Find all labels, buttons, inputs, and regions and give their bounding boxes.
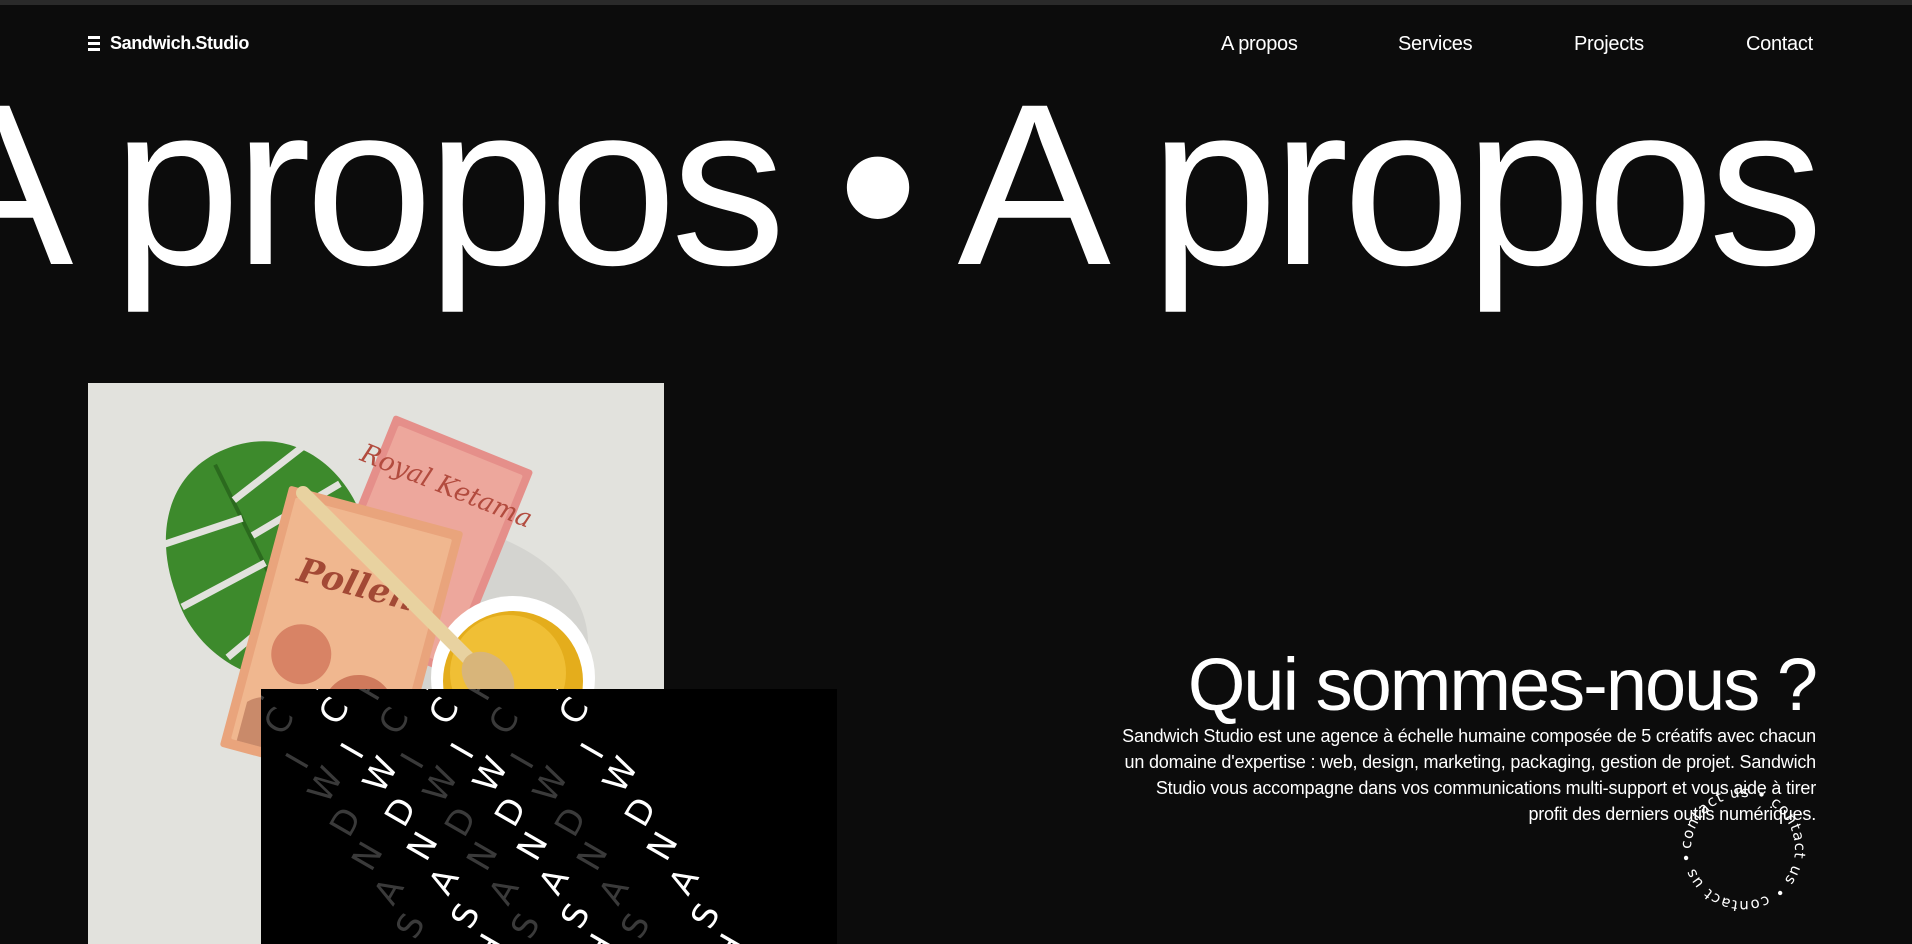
nav-a-propos[interactable]: A propos xyxy=(1221,32,1298,56)
pattern-letter: A xyxy=(591,871,637,911)
logo[interactable]: Sandwich.Studio xyxy=(88,33,249,53)
pattern-letter: S xyxy=(613,907,658,944)
contact-us-badge[interactable]: contact us • contact us • contact us • xyxy=(1668,774,1818,924)
pattern-letter: C xyxy=(551,691,598,732)
pattern-letter: C xyxy=(421,691,468,732)
menu-icon[interactable] xyxy=(88,35,100,51)
pattern-letter: A xyxy=(531,861,577,901)
badge-circular-text: contact us • contact us • contact us • xyxy=(1677,783,1808,915)
pattern-letter: S xyxy=(503,907,548,944)
sandwich-pattern-image: SHCIWDNASSHCIWDNASHSHCIWDNASSHCIWDNASHSH… xyxy=(261,689,837,944)
pattern-letter: S xyxy=(388,907,433,944)
pattern-letter: A xyxy=(661,861,707,901)
pattern-letter: A xyxy=(481,871,527,911)
logo-text: Sandwich.Studio xyxy=(110,33,250,53)
pattern-letter: N xyxy=(344,835,391,877)
pattern-letter: C xyxy=(261,701,303,742)
pattern-letter: N xyxy=(459,835,506,877)
nav-projects[interactable]: Projects xyxy=(1574,32,1644,56)
pattern-letter: C xyxy=(481,701,528,742)
svg-text:contact us • contact us • cont: contact us • contact us • contact us • xyxy=(1677,783,1809,915)
about-title: Qui sommes-nous ? xyxy=(1187,643,1818,726)
pattern-letter: N xyxy=(639,825,686,867)
pattern-letter: A xyxy=(366,871,412,911)
pattern-letter: C xyxy=(371,701,418,742)
pattern-letter: A xyxy=(421,861,467,901)
hero-marquee: A propos • A propos xyxy=(0,56,1823,313)
pattern-letter: N xyxy=(569,835,616,877)
pattern-letter: C xyxy=(311,691,358,732)
pattern-letter: N xyxy=(509,825,556,867)
pattern-letter: N xyxy=(399,825,446,867)
nav-services[interactable]: Services xyxy=(1398,32,1473,56)
window-top-border xyxy=(0,0,1912,5)
nav-contact[interactable]: Contact xyxy=(1746,32,1813,56)
